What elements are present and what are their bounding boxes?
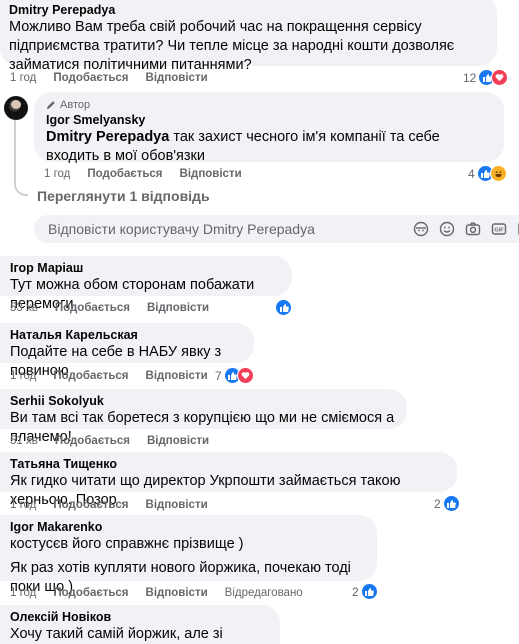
reaction-summary[interactable]: 2 (434, 495, 460, 512)
haha-reaction-icon (489, 165, 507, 182)
comment-time[interactable]: 1 год (10, 587, 36, 599)
comment-time[interactable]: 51 хв (10, 435, 38, 447)
like-reaction-icon (275, 299, 292, 316)
author-badge: Автор (46, 98, 492, 112)
like-reaction-icon (442, 495, 460, 512)
comment-bubble: Serhii Sokolyuk Ви там всі так боретеся … (0, 389, 407, 445)
like-reaction-icon (360, 583, 378, 600)
comment-time[interactable]: 1 год (10, 499, 36, 511)
reaction-count: 12 (463, 70, 477, 85)
reply-button[interactable]: Відповісти (146, 72, 208, 84)
reaction-count: 2 (352, 584, 359, 599)
reaction-count: 2 (434, 496, 441, 511)
comment-text: Хочу такий самій йоржик, але зі смілянсь… (10, 626, 223, 642)
like-button[interactable]: Подобається (53, 499, 128, 511)
reply-button[interactable]: Відповісти (146, 587, 208, 599)
comment-meta: 1 год Подобається Відповісти (44, 168, 242, 180)
comment-bubble: Dmitry Perepadya Можливо Вам треба свій … (0, 0, 497, 73)
comment-author[interactable]: Igor Makarenko (10, 519, 367, 535)
like-button[interactable]: Подобається (53, 587, 128, 599)
view-replies-link[interactable]: Переглянути 1 відповідь (37, 188, 210, 204)
comment-meta: 53 хв Подобається Відповісти (10, 302, 209, 314)
pencil-icon (47, 101, 55, 109)
like-button[interactable]: Подобається (53, 72, 128, 84)
comment-meta: 1 год Подобається Відповісти Відредагова… (10, 587, 303, 599)
reply-button[interactable]: Відповісти (147, 435, 209, 447)
avatar-sticker-icon[interactable] (412, 220, 430, 238)
comment-meta: 51 хв Подобається Відповісти (10, 435, 209, 447)
avatar[interactable] (4, 96, 28, 120)
reaction-summary[interactable]: 7 (215, 367, 254, 384)
love-reaction-icon (236, 367, 254, 384)
reply-button[interactable]: Відповісти (180, 168, 242, 180)
love-reaction-icon (491, 69, 509, 86)
emoji-icon[interactable] (438, 220, 456, 238)
camera-icon[interactable] (464, 220, 482, 238)
reply-composer: GIF (34, 215, 519, 243)
comment-time[interactable]: 1 год (44, 168, 70, 180)
reaction-count: 7 (215, 368, 222, 383)
gif-icon[interactable]: GIF (490, 220, 508, 238)
comment-author[interactable]: Dmitry Perepadya (9, 2, 485, 18)
comment-bubble: Igor Makarenko костусєв його справжнє пр… (0, 515, 377, 595)
comment-author[interactable]: Serhii Sokolyuk (10, 393, 397, 409)
reply-button[interactable]: Відповісти (146, 370, 208, 382)
comment-text: Dmitry Perepadya так захист чесного ім'я… (46, 128, 492, 166)
comment-text: костусєв його справжнє прізвище ) (10, 536, 244, 552)
like-button[interactable]: Подобається (87, 168, 162, 180)
thread-curve (14, 178, 28, 196)
like-button[interactable]: Подобається (53, 370, 128, 382)
reply-bubble: Автор Igor Smelyansky Dmitry Perepadya т… (34, 92, 504, 164)
comment-text: Можливо Вам треба свій робочий час на по… (9, 19, 455, 73)
comment-bubble: Ігор Маріаш Тут можна обом сторонам поба… (0, 256, 292, 312)
reaction-summary[interactable]: 2 (352, 583, 378, 600)
reply-button[interactable]: Відповісти (147, 302, 209, 314)
comment-time[interactable]: 53 хв (10, 302, 38, 314)
reaction-summary[interactable]: 4 (468, 165, 507, 182)
reaction-summary[interactable] (275, 299, 292, 316)
comment-time[interactable]: 1 год (10, 370, 36, 382)
comment-author[interactable]: Наталья Карельская (10, 327, 244, 343)
author-badge-label: Автор (60, 99, 91, 111)
comment-meta: 1 год Подобається Відповісти (10, 370, 208, 382)
like-button[interactable]: Подобається (55, 435, 130, 447)
composer-icons: GIF (412, 220, 519, 238)
like-button[interactable]: Подобається (55, 302, 130, 314)
comment-meta: 1 год Подобається Відповісти (10, 499, 208, 511)
reply-input[interactable] (48, 215, 378, 243)
comment-author[interactable]: Ігор Маріаш (10, 260, 282, 276)
comment-author[interactable]: Олексій Новіков (10, 609, 270, 625)
comment-time[interactable]: 1 год (10, 72, 36, 84)
reply-button[interactable]: Відповісти (146, 499, 208, 511)
edited-label[interactable]: Відредаговано (225, 587, 303, 599)
reaction-summary[interactable]: 12 (463, 69, 509, 86)
mention-link[interactable]: Dmitry Perepadya (46, 129, 169, 145)
comment-author[interactable]: Igor Smelyansky (46, 112, 492, 128)
comment-author[interactable]: Татьяна Тищенко (10, 456, 447, 472)
svg-text:GIF: GIF (494, 228, 504, 234)
comment-bubble: Наталья Карельская Подайте на себе в НАБ… (0, 323, 254, 379)
comment-bubble: Татьяна Тищенко Як гидко читати що дирек… (0, 452, 457, 508)
comment-bubble: Олексій Новіков Хочу такий самій йоржик,… (0, 605, 280, 644)
reaction-count: 4 (468, 166, 475, 181)
comment-meta: 1 год Подобається Відповісти (10, 72, 208, 84)
thread-line (14, 120, 16, 180)
